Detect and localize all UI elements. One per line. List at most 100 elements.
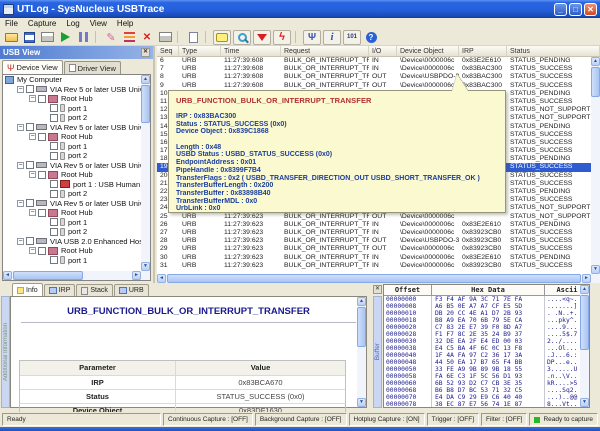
checkbox[interactable] [38, 171, 46, 179]
checkbox[interactable] [50, 228, 58, 236]
checkbox[interactable] [50, 114, 58, 122]
scroll-up-icon[interactable]: ▲ [580, 285, 589, 294]
tree-item[interactable]: −VIA Rev 5 or later USB Universal Host C [3, 199, 141, 209]
checkbox[interactable] [50, 190, 58, 198]
table-row[interactable]: 27URB11:27:39:623BULK_OR_INTERRUPT_TRANS… [157, 229, 600, 237]
delete-button[interactable]: ✕ [138, 30, 156, 45]
expand-toggle-icon[interactable]: − [17, 200, 24, 207]
trigger-button[interactable]: ϟ [273, 30, 291, 45]
tree-item[interactable]: port 1 [3, 142, 141, 152]
table-row[interactable]: 8URB11:27:39:608BULK_OR_INTERRUPT_TRANSF… [157, 73, 600, 81]
column-header[interactable]: Seq [157, 46, 179, 56]
column-header[interactable]: Request [281, 46, 369, 56]
menu-view[interactable]: View [85, 19, 112, 28]
scrollbar-thumb[interactable] [167, 274, 581, 283]
expand-toggle-icon[interactable]: − [29, 133, 36, 140]
checkbox[interactable] [26, 237, 34, 245]
checkbox[interactable] [38, 133, 46, 141]
table-row[interactable]: 28URB11:27:39:623BULK_OR_INTERRUPT_TRANS… [157, 237, 600, 245]
checkbox[interactable] [38, 209, 46, 217]
tree-item[interactable]: −VIA Rev 5 or later USB Universal Host C [3, 85, 141, 95]
expand-toggle-icon[interactable]: − [17, 162, 24, 169]
tab-urb[interactable]: URB [114, 284, 149, 296]
buffer-close-icon[interactable]: ✕ [373, 285, 382, 294]
table-row[interactable]: 6URB11:27:39:608BULK_OR_INTERRUPT_TRANSF… [157, 57, 600, 65]
scrollbar-thumb[interactable] [357, 307, 366, 347]
menu-capture[interactable]: Capture [23, 19, 61, 28]
tree-vertical-scrollbar[interactable]: ▲ ▼ [141, 75, 150, 271]
scroll-right-icon[interactable]: ► [582, 274, 591, 283]
tab-device-view[interactable]: Ψ Device View [2, 60, 63, 74]
hex-row[interactable]: 00000038E4 C5 BA 4F 6C 0C 13 F8...Ol... [384, 345, 589, 352]
tree-item[interactable]: My Computer [3, 75, 141, 85]
hex-row[interactable]: 0000005033 FE A9 9B 89 9B 18 553......U [384, 366, 589, 373]
hex-row[interactable]: 0000004844 50 EA 17 B7 65 F4 BBDP...e.. [384, 359, 589, 366]
hex-row[interactable]: 00000028F1 F7 8C 2E 35 24 B9 37....5$.7 [384, 331, 589, 338]
expand-toggle-icon[interactable]: − [17, 238, 24, 245]
tree-item[interactable]: port 1 : USB Human Interface D [3, 180, 141, 190]
scroll-right-icon[interactable]: ► [132, 271, 141, 280]
checkbox[interactable] [38, 247, 46, 255]
hex-row[interactable]: 00000018B8 A9 EA 70 6B 79 5E CA...pky^. [384, 317, 589, 324]
scrollbar-thumb[interactable] [13, 271, 83, 280]
tree-item[interactable]: −Root Hub [3, 132, 141, 142]
open-button[interactable] [2, 30, 20, 45]
scrollbar-thumb[interactable] [141, 85, 150, 123]
checkbox[interactable] [50, 104, 58, 112]
hex-row[interactable]: 000000401F 4A FA 97 C2 36 17 3A.J...6.: [384, 352, 589, 359]
filter-button[interactable] [253, 30, 271, 45]
table-row[interactable]: 9URB11:27:39:608BULK_OR_INTERRUPT_TRANSF… [157, 82, 600, 90]
hex-row[interactable]: 000000606B 52 93 D2 C7 CB 3E 35kR....>5 [384, 380, 589, 387]
raw-data-button[interactable]: 101 [343, 30, 361, 45]
close-button[interactable]: ✕ [584, 3, 597, 16]
table-row[interactable]: 29URB11:27:39:623BULK_OR_INTERRUPT_TRANS… [157, 245, 600, 253]
hex-row[interactable]: 00000058FA 6E C3 1F 5C 56 D1 93.n..\V.. [384, 373, 589, 380]
column-header[interactable]: I/O [369, 46, 397, 56]
usb-view-header[interactable]: USB View ✕ [0, 46, 153, 59]
scroll-down-icon[interactable]: ▼ [357, 398, 366, 407]
scroll-down-icon[interactable]: ▼ [580, 398, 589, 407]
tree-item[interactable]: −Root Hub [3, 94, 141, 104]
tree-item[interactable]: port 1 [3, 104, 141, 114]
checkbox[interactable] [50, 256, 58, 264]
table-row[interactable]: 7URB11:27:39:608BULK_OR_INTERRUPT_TRANSF… [157, 65, 600, 73]
tree-item[interactable]: port 1 [3, 256, 141, 266]
save-button[interactable] [20, 30, 38, 45]
scroll-left-icon[interactable]: ◄ [157, 274, 166, 283]
hex-vertical-scrollbar[interactable]: ▲ ▼ [580, 285, 589, 407]
scroll-up-icon[interactable]: ▲ [591, 57, 600, 66]
hex-row[interactable]: 0000003032 DE EA 2F E4 ED 00 032../.... [384, 338, 589, 345]
tree-item[interactable]: port 1 [3, 218, 141, 228]
checkbox[interactable] [50, 180, 58, 188]
table-horizontal-scrollbar[interactable]: ◄ ► [157, 274, 591, 283]
info-vertical-scrollbar[interactable]: ▲ ▼ [357, 297, 366, 407]
hex-row[interactable]: 00000020C7 83 2E E7 39 F0 8D A7....9... [384, 324, 589, 331]
search-button[interactable] [233, 30, 251, 45]
expand-toggle-icon[interactable]: − [29, 95, 36, 102]
checkbox[interactable] [26, 199, 34, 207]
scroll-up-icon[interactable]: ▲ [141, 75, 150, 84]
scroll-down-icon[interactable]: ▼ [141, 262, 150, 271]
column-header[interactable]: Device Object [397, 46, 459, 56]
checkbox[interactable] [38, 95, 46, 103]
device-info-button[interactable]: i [323, 30, 341, 45]
scroll-down-icon[interactable]: ▼ [591, 265, 600, 274]
checkbox[interactable] [26, 161, 34, 169]
checkbox[interactable] [50, 152, 58, 160]
table-row[interactable]: 25URB11:27:39:623BULK_OR_INTERRUPT_TRANS… [157, 213, 600, 221]
table-row[interactable]: 30URB11:27:39:623BULK_OR_INTERRUPT_TRANS… [157, 254, 600, 262]
scrollbar-thumb[interactable] [591, 67, 600, 97]
help-button[interactable]: ? [362, 30, 380, 45]
view-log-button[interactable] [184, 30, 202, 45]
tab-info[interactable]: Info [12, 283, 43, 296]
expand-toggle-icon[interactable]: − [17, 86, 24, 93]
tooltip-toggle-button[interactable] [213, 30, 231, 45]
expand-toggle-icon[interactable]: − [29, 209, 36, 216]
erase-button[interactable]: ✎ [102, 30, 120, 45]
pause-capture-button[interactable] [74, 30, 92, 45]
usb-device-button[interactable]: Ψ [303, 30, 321, 45]
hex-row[interactable]: 00000010DB 20 CC 4E A1 D7 2B 93. .N..+. [384, 310, 589, 317]
minimize-button[interactable]: _ [554, 3, 567, 16]
tree-item[interactable]: −VIA Rev 5 or later USB Universal Host C [3, 161, 141, 171]
column-header[interactable]: Time [221, 46, 281, 56]
